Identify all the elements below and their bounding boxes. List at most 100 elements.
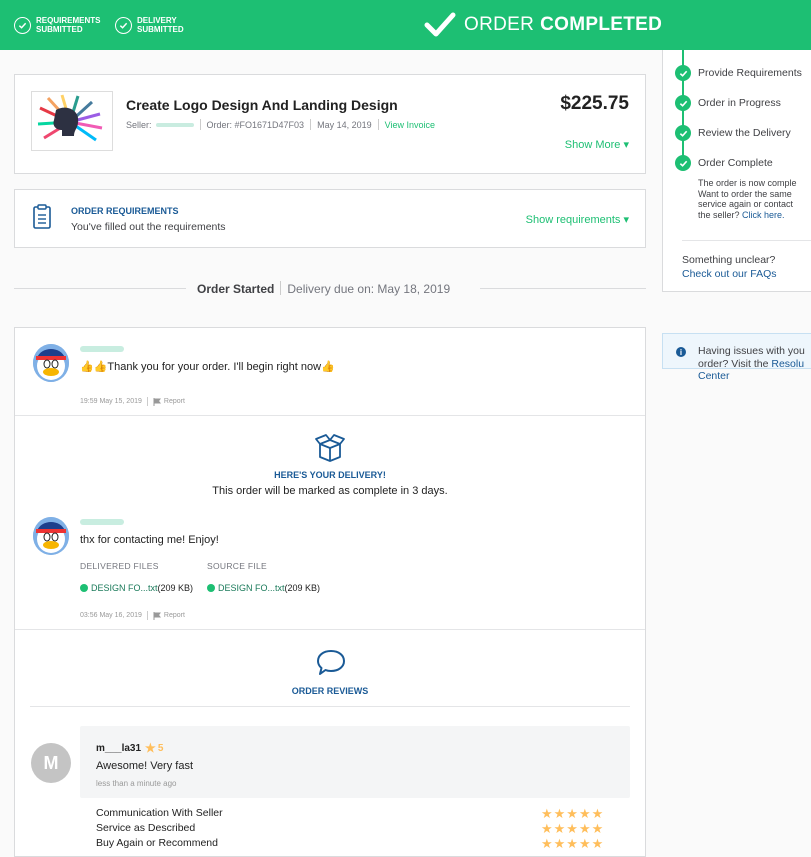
note-line2: Want to order the same [698, 188, 792, 199]
issue-line1: Having issues with you [698, 345, 805, 357]
criteria-stars: ★★★★★ [541, 821, 605, 836]
show-more-button[interactable]: Show More ▾ [565, 138, 629, 151]
check-circle-icon [675, 65, 691, 81]
file2-name: DESIGN FO...txt [218, 583, 285, 593]
reviewer-row: m___la31 ★ 5 [96, 741, 163, 755]
logo-thumbnail-image [37, 94, 103, 142]
requirements-title: ORDER REQUIREMENTS [71, 206, 179, 216]
seller-avatar[interactable] [33, 517, 69, 555]
seller-label: Seller: [126, 119, 152, 130]
timeline-step-label: Order in Progress [698, 97, 781, 109]
requirements-subtitle: You've filled out the requirements [71, 221, 226, 233]
resolution-center-link[interactable]: Resolu [771, 358, 804, 370]
flag-icon [153, 397, 161, 406]
review-text: Awesome! Very fast [96, 760, 194, 772]
order-complete-note: The order is now comple Want to order th… [698, 178, 811, 220]
delivery-message: thx for contacting me! Enjoy! [80, 534, 219, 546]
step-delivery-submitted: DELIVERY SUBMITTED [115, 16, 184, 34]
something-unclear-label: Something unclear? [682, 254, 776, 266]
check-circle-icon [675, 95, 691, 111]
seller-avatar[interactable] [33, 344, 69, 382]
message1-time: 19:59 May 15, 2019 [80, 398, 142, 405]
status-light: ORDER [464, 14, 535, 35]
order-number: Order: #FO1671D47F03 [206, 119, 305, 130]
order-date: May 14, 2019 [317, 119, 372, 130]
order-started-divider: Order Started Delivery due on: May 18, 20… [197, 281, 450, 296]
sidebar-divider [682, 240, 811, 241]
gig-thumbnail[interactable] [31, 91, 113, 151]
buyer-avatar[interactable]: M [31, 743, 71, 783]
note-line1: The order is now comple [698, 178, 797, 188]
faq-section: Something unclear? Check out our FAQs [682, 253, 777, 281]
duck-avatar-image [33, 344, 69, 382]
click-here-link[interactable]: Click here. [742, 210, 785, 220]
divider-left [14, 288, 186, 289]
source-file-link[interactable]: DESIGN FO...txt (209 KB) [207, 583, 320, 593]
timeline-step-label: Order Complete [698, 157, 773, 169]
step2-line1: DELIVERY [137, 16, 177, 25]
info-icon: i [676, 347, 686, 357]
step2-line2: SUBMITTED [137, 25, 184, 34]
review-rating: 5 [157, 742, 164, 754]
report-link[interactable]: Report [164, 612, 185, 619]
check-circle-icon [675, 125, 691, 141]
open-box-icon [315, 434, 345, 462]
seller-name-redacted[interactable] [80, 346, 124, 352]
step-requirements-submitted: REQUIREMENTS SUBMITTED [14, 16, 100, 34]
file2-size: (209 KB) [284, 583, 321, 593]
step1-line1: REQUIREMENTS [36, 16, 101, 25]
delivery-title: HERE'S YOUR DELIVERY! [274, 470, 386, 480]
clipboard-icon [33, 204, 51, 229]
status-bold: COMPLETED [540, 14, 663, 35]
duck-avatar-image [33, 517, 69, 555]
download-icon [80, 584, 88, 592]
criteria-stars: ★★★★★ [541, 806, 605, 821]
order-meta: Seller: Order: #FO1671D47F03 May 14, 201… [126, 119, 435, 130]
section-divider [15, 415, 645, 416]
delivery-timestamp: 03:56 May 16, 2019 Report [80, 611, 185, 620]
reviewer-name[interactable]: m___la31 [96, 743, 141, 754]
show-requirements-button[interactable]: Show requirements ▾ [526, 213, 629, 226]
order-price: $225.75 [560, 93, 629, 114]
section-divider [15, 629, 645, 630]
step1-line2: SUBMITTED [36, 25, 83, 34]
big-check-icon [424, 12, 456, 37]
delivery-time: 03:56 May 16, 2019 [80, 612, 142, 619]
note-line4: the seller? [698, 209, 740, 220]
download-icon [207, 584, 215, 592]
file1-name: DESIGN FO...txt [91, 583, 158, 593]
criteria-label: Service as Described [96, 822, 196, 834]
issue-line2: order? Visit the [698, 357, 769, 370]
requirements-card: ORDER REQUIREMENTS You've filled out the… [14, 189, 646, 248]
view-invoice-link[interactable]: View Invoice [385, 120, 435, 130]
delivery-due-label: Delivery due on: May 18, 2019 [287, 282, 451, 296]
resolution-notice-text: Having issues with you order? Visit the … [698, 345, 811, 383]
message-text: 👍👍Thank you for your order. I'll begin r… [80, 361, 335, 373]
criteria-label: Buy Again or Recommend [96, 837, 218, 849]
flag-icon [153, 611, 161, 620]
order-status-bar: REQUIREMENTS SUBMITTED DELIVERY SUBMITTED … [0, 0, 811, 50]
check-circle-icon [675, 155, 691, 171]
order-completed-title: ORDER COMPLETED [424, 12, 662, 38]
resolution-center-link-2[interactable]: Center [698, 370, 730, 382]
message-timestamp: 19:59 May 15, 2019 Report [80, 397, 185, 406]
seller-name-redacted[interactable] [155, 122, 194, 127]
gig-title[interactable]: Create Logo Design And Landing Design [126, 97, 398, 113]
report-link[interactable]: Report [164, 398, 185, 405]
check-circle-icon [115, 16, 132, 34]
order-reviews-title: ORDER REVIEWS [291, 686, 369, 696]
timeline-step-label: Provide Requirements [698, 67, 802, 79]
section-divider [30, 706, 630, 707]
criteria-stars: ★★★★★ [541, 836, 605, 851]
star-icon: ★ [145, 741, 156, 755]
divider-right [480, 288, 646, 289]
order-summary-card: Create Logo Design And Landing Design Se… [14, 74, 646, 174]
delivered-files-label: DELIVERED FILES [80, 561, 159, 571]
file1-size: (209 KB) [157, 583, 194, 593]
speech-bubble-icon [317, 650, 345, 675]
criteria-label: Communication With Seller [96, 807, 223, 819]
faq-link[interactable]: Check out our FAQs [682, 268, 777, 280]
delivered-file-link[interactable]: DESIGN FO...txt (209 KB) [80, 583, 193, 593]
check-circle-icon [14, 16, 31, 34]
seller-name-redacted[interactable] [80, 519, 124, 525]
